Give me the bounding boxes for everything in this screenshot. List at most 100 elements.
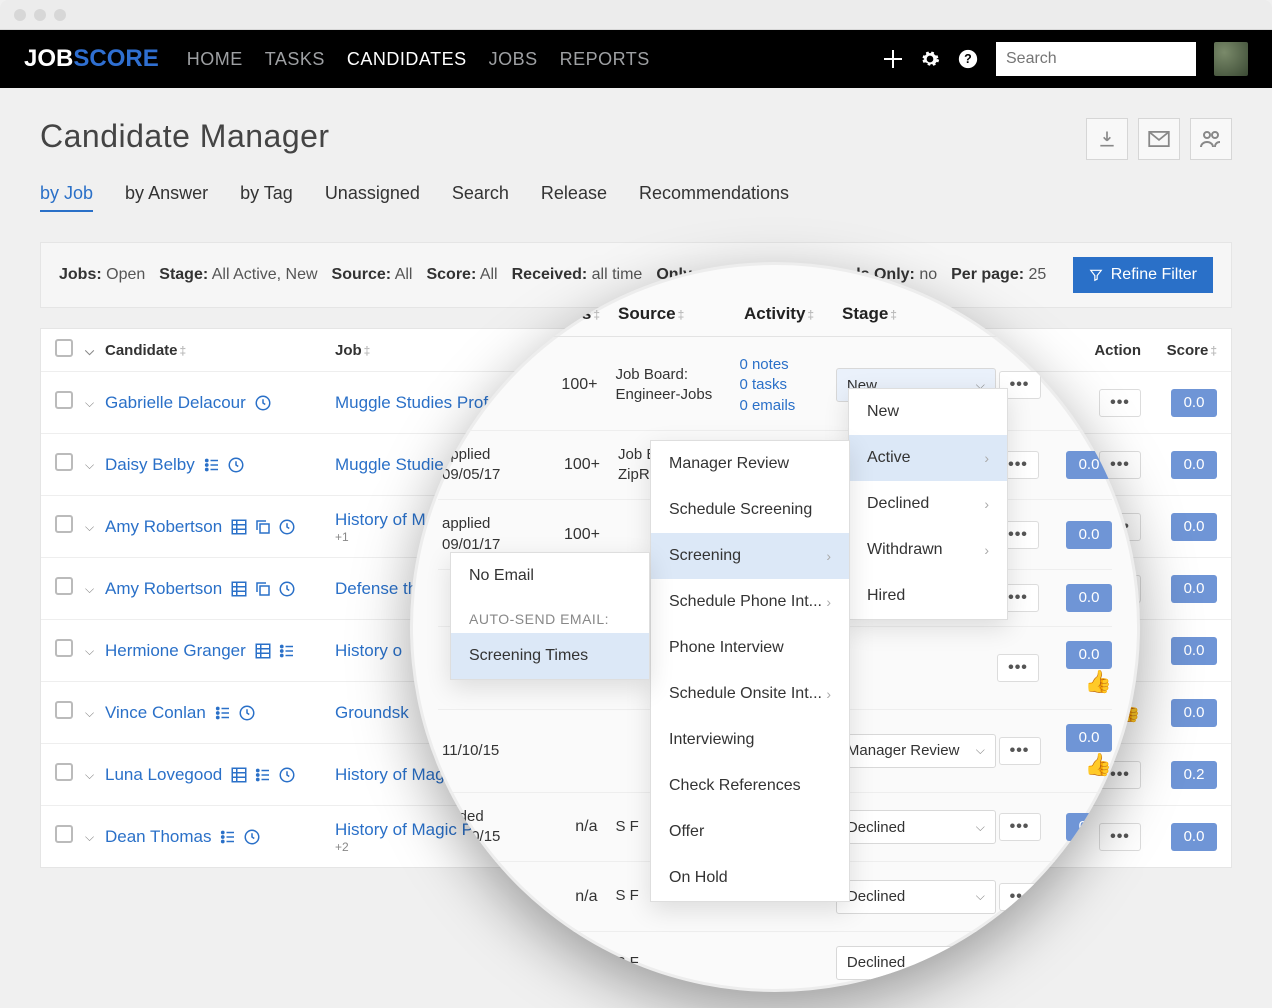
row-checkbox[interactable] [55,763,73,781]
subtab-by-job[interactable]: by Job [40,183,93,212]
row-checkbox[interactable] [55,701,73,719]
topnav-reports[interactable]: REPORTS [560,49,650,70]
avatar[interactable] [1214,42,1248,76]
candidate-link[interactable]: Amy Robertson [105,517,222,536]
candidate-link[interactable]: Luna Lovegood [105,765,222,784]
expand-row-toggle[interactable]: ⌵ [85,396,94,410]
search-input[interactable] [996,42,1196,76]
row-actions-button[interactable]: ••• [999,813,1041,841]
row-actions-button[interactable]: ••• [997,654,1039,682]
substage-option[interactable]: Schedule Onsite Int...› [651,671,849,717]
activity-link[interactable]: 0 emails [739,396,835,416]
stage-select[interactable]: Declined⌵ [836,810,996,844]
stage-value: Declined [847,888,905,905]
stage-select[interactable]: Declined⌵ [836,946,996,980]
expand-row-toggle[interactable]: ⌵ [85,768,94,782]
substage-menu[interactable]: Manager ReviewSchedule ScreeningScreenin… [650,440,850,902]
email-button[interactable] [1138,118,1180,160]
topnav-home[interactable]: HOME [187,49,243,70]
col-miles[interactable]: Miles [549,304,592,323]
no-email-option[interactable]: No Email [451,553,649,599]
grid-icon [230,518,248,536]
expand-row-toggle[interactable]: ⌵ [85,644,94,658]
col-source[interactable]: Source [618,304,676,323]
substage-option[interactable]: Schedule Phone Int...› [651,579,849,625]
subtab-release[interactable]: Release [541,183,607,212]
substage-option[interactable]: Manager Review [651,441,849,487]
score-badge: 0.0 [1171,699,1217,727]
substage-option[interactable]: Phone Interview [651,625,849,671]
stage-option-withdrawn[interactable]: Withdrawn› [849,527,1007,573]
sort-icon: ‡ [1210,344,1217,358]
row-checkbox[interactable] [55,825,73,843]
download-button[interactable] [1086,118,1128,160]
row-checkbox[interactable] [55,515,73,533]
topnav-jobs[interactable]: JOBS [489,49,538,70]
row-checkbox[interactable] [55,577,73,595]
substage-option[interactable]: Screening› [651,533,849,579]
substage-option[interactable]: Offer [651,809,849,855]
stage-option-declined[interactable]: Declined› [849,481,1007,527]
topnav-tasks[interactable]: TASKS [265,49,325,70]
miles-value: 100+ [564,456,600,473]
candidate-link[interactable]: Vince Conlan [105,703,206,722]
col-candidate[interactable]: Candidate [105,342,178,359]
substage-option[interactable]: Schedule Screening [651,487,849,533]
expand-row-toggle[interactable]: ⌵ [85,458,94,472]
subtab-by-tag[interactable]: by Tag [240,183,293,212]
activity-link[interactable]: 0 tasks [739,375,835,395]
subtab-by-answer[interactable]: by Answer [125,183,208,212]
chevron-down-icon: ⌵ [976,743,985,758]
substage-option[interactable]: On Hold [651,855,849,901]
stage-option-hired[interactable]: Hired [849,573,1007,619]
substage-option[interactable]: Check References [651,763,849,809]
candidate-link[interactable]: Hermione Granger [105,641,246,660]
candidate-link[interactable]: Amy Robertson [105,579,222,598]
subtab-recommendations[interactable]: Recommendations [639,183,789,212]
applied-text: applied09/05/17 [442,446,500,483]
expand-row-toggle[interactable]: ⌵ [85,830,94,844]
chevron-right-icon: › [826,686,831,702]
row-checkbox[interactable] [55,639,73,657]
row-checkbox[interactable] [55,453,73,471]
col-job[interactable]: Job [335,342,362,359]
expand-row-toggle[interactable]: ⌵ [85,520,94,534]
stage-menu[interactable]: NewActive›Declined›Withdrawn›Hired [848,388,1008,620]
email-menu[interactable]: No EmailAUTO-SEND EMAIL:Screening Times [450,552,650,680]
expand-row-toggle[interactable]: ⌵ [85,706,94,720]
subtab-search[interactable]: Search [452,183,509,212]
source-text: S F [615,887,638,904]
job-link[interactable]: Groundsk [335,703,409,722]
plus-icon[interactable] [884,50,902,68]
expand-all-toggle[interactable]: ⌵ [85,344,94,358]
job-link[interactable]: History o [335,641,402,660]
stage-option-active[interactable]: Active› [849,435,1007,481]
score-badge: 0.0 [1066,584,1112,612]
select-all-checkbox[interactable] [55,339,73,357]
stage-select[interactable]: Manager Review⌵ [836,734,996,768]
brand-logo: JOBSCORE [24,45,159,73]
activity-link[interactable]: 0 notes [739,355,835,375]
row-actions-button[interactable]: ••• [999,883,1041,911]
topnav-candidates[interactable]: CANDIDATES [347,49,467,70]
col-score[interactable]: Score [1167,342,1209,359]
stage-select[interactable]: Declined⌵ [836,880,996,914]
stage-option-new[interactable]: New [849,389,1007,435]
row-checkbox[interactable] [55,391,73,409]
subtab-unassigned[interactable]: Unassigned [325,183,420,212]
candidate-link[interactable]: Daisy Belby [105,455,195,474]
help-icon[interactable]: ? [958,49,978,69]
expand-row-toggle[interactable]: ⌵ [85,582,94,596]
people-button[interactable] [1190,118,1232,160]
candidate-link[interactable]: Dean Thomas [105,827,211,846]
col-activity[interactable]: Activity [744,304,805,323]
row-actions-button[interactable]: ••• [999,737,1041,765]
substage-option[interactable]: Interviewing [651,717,849,763]
applied-text: added07/30/15 [442,808,500,845]
chevron-down-icon: ⌵ [976,955,985,970]
col-stage[interactable]: Stage [842,304,888,323]
candidate-link[interactable]: Gabrielle Delacour [105,393,246,412]
gear-icon[interactable] [920,49,940,69]
email-template-option[interactable]: Screening Times [451,633,649,679]
score-badge: 0.0 [1171,575,1217,603]
